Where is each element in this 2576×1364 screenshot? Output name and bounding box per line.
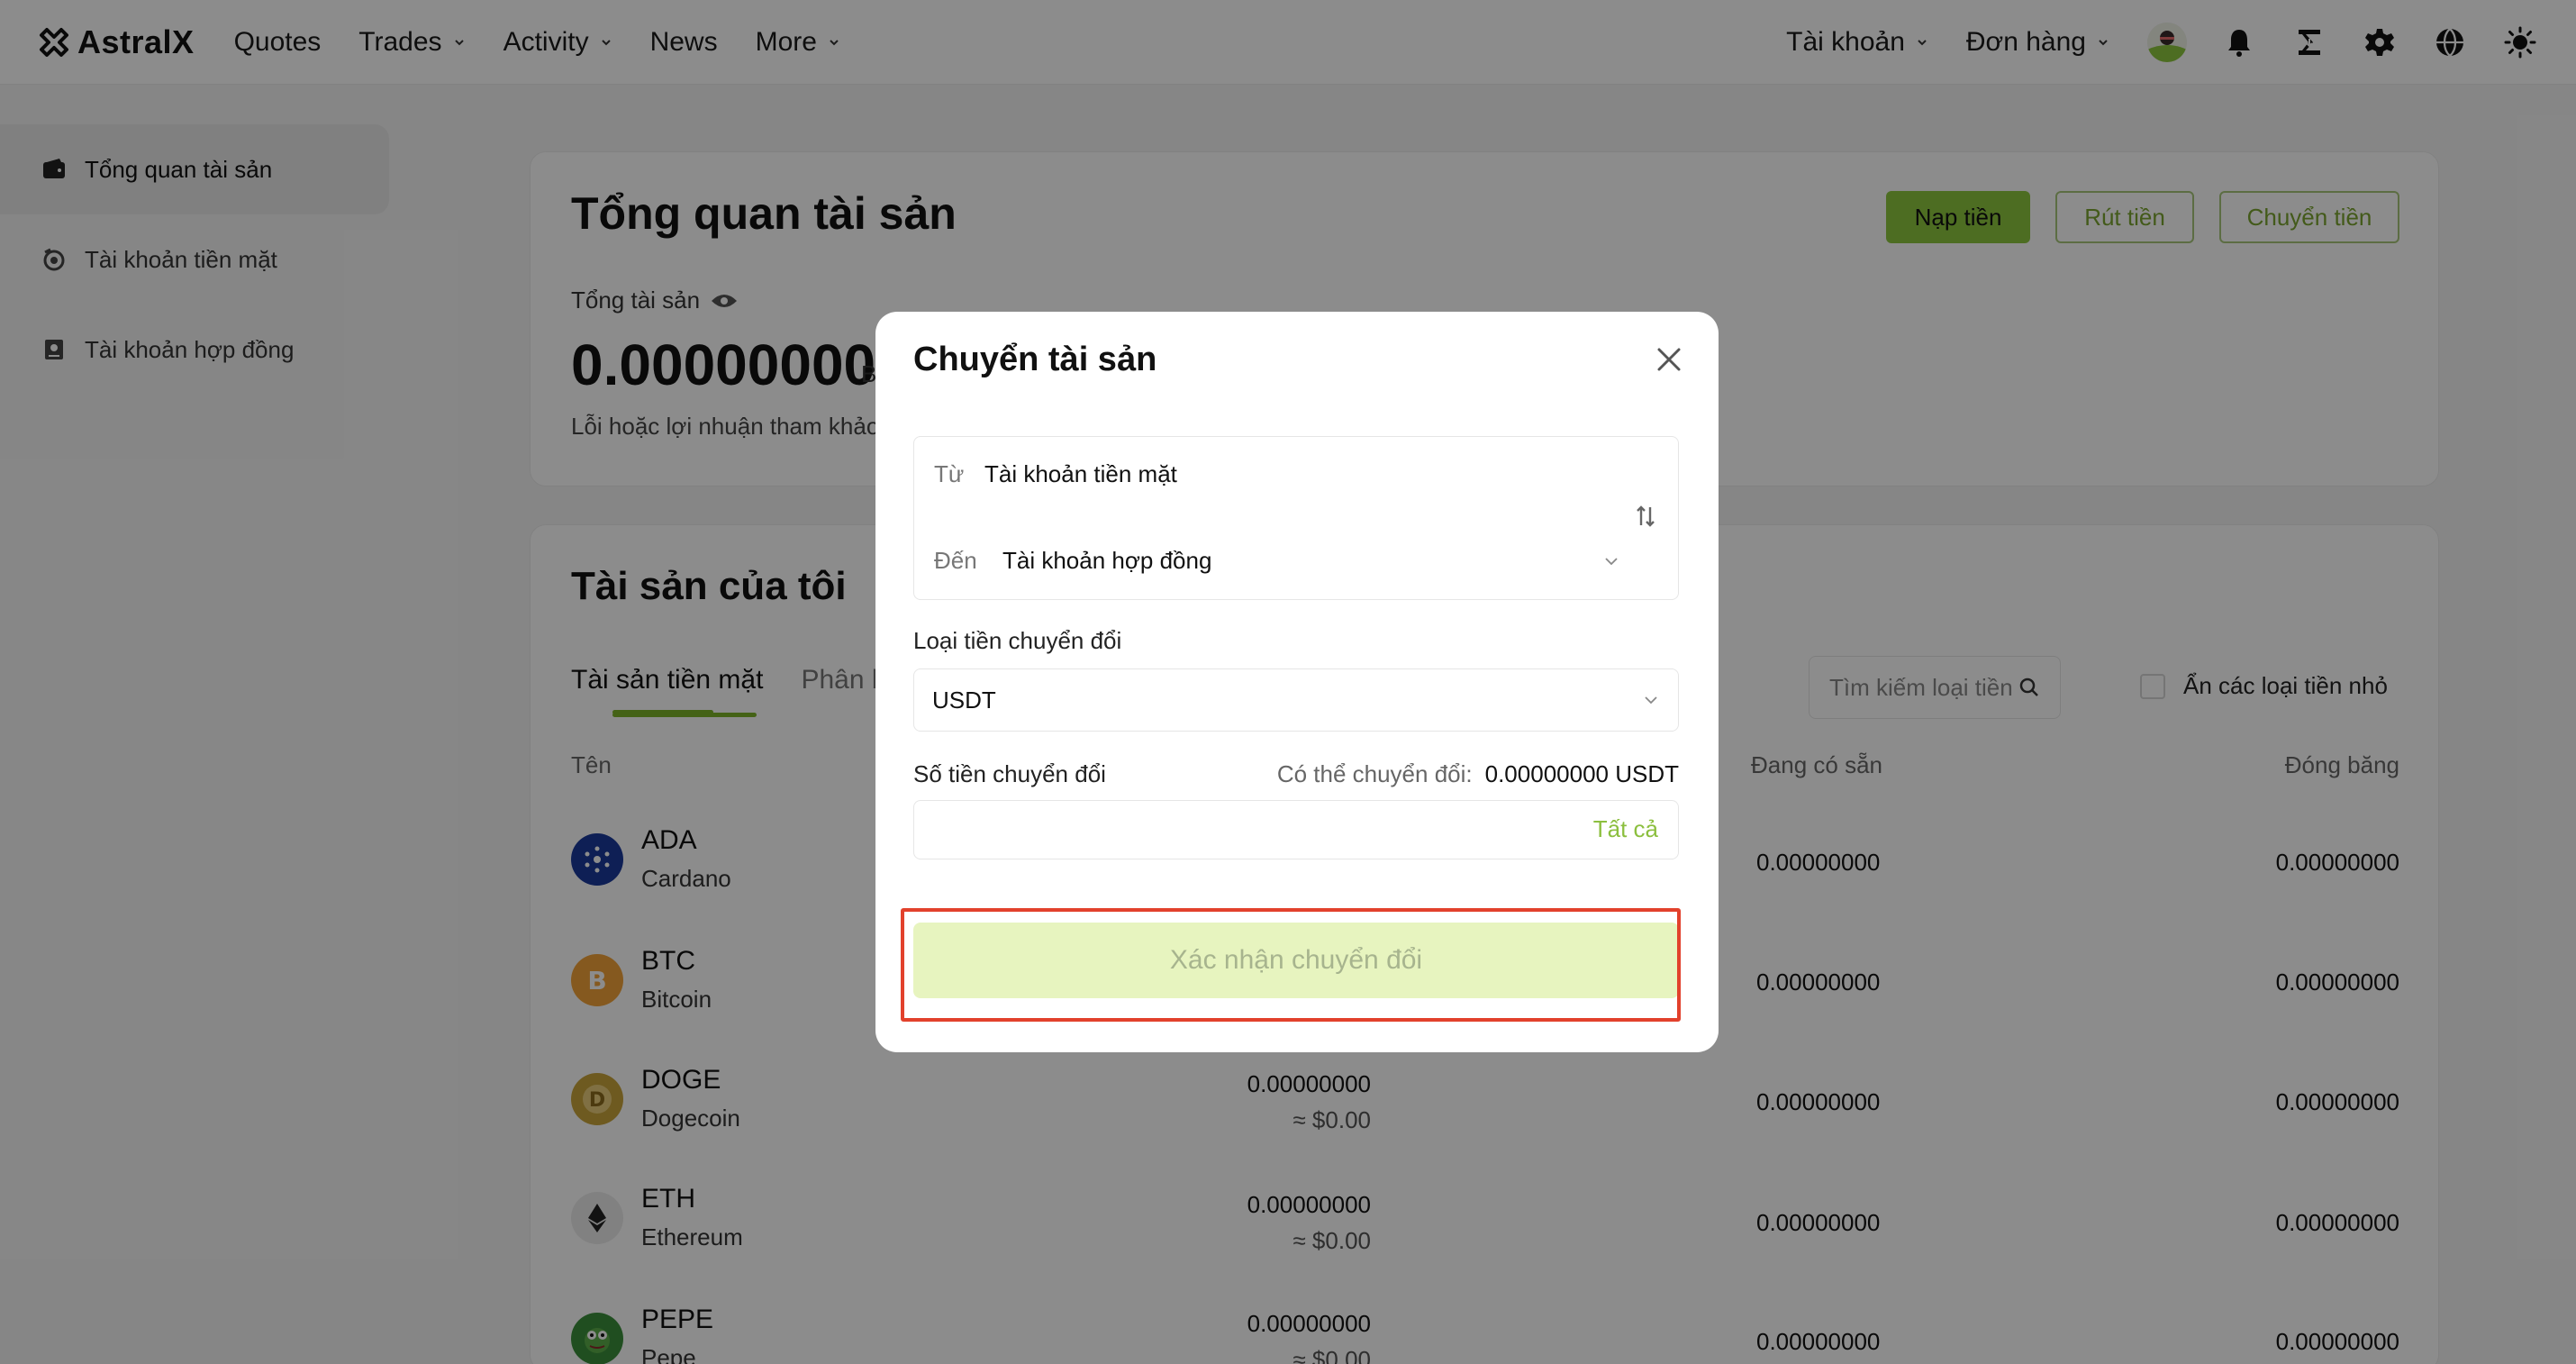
- max-amount-link[interactable]: Tất cả: [1593, 815, 1658, 843]
- modal-title: Chuyển tài sản: [913, 341, 1157, 378]
- amount-input[interactable]: [914, 801, 1563, 859]
- currency-label: Loại tiền chuyển đổi: [913, 627, 1122, 654]
- chevron-down-icon: [1605, 558, 1618, 566]
- to-account-value: Tài khoản hợp đồng: [1002, 547, 1212, 574]
- to-account-select[interactable]: Đến Tài khoản hợp đồng: [914, 520, 1680, 601]
- chevron-down-icon: [1645, 696, 1657, 705]
- from-label: Từ: [934, 460, 965, 487]
- available-balance: Có thể chuyển đổi: 0.00000000 USDT: [1277, 760, 1679, 788]
- close-icon[interactable]: [1654, 344, 1684, 375]
- currency-value: USDT: [932, 686, 996, 714]
- from-account-value: Tài khoản tiền mặt: [984, 460, 1177, 487]
- available-label: Có thể chuyển đổi:: [1276, 760, 1473, 787]
- transfer-modal: Chuyển tài sản Từ Tài khoản tiền mặt Đến…: [875, 312, 1719, 1052]
- amount-label: Số tiền chuyển đổi: [913, 760, 1106, 787]
- to-label: Đến: [934, 547, 977, 574]
- highlight-box: [901, 908, 1681, 1022]
- transfer-direction-box: Từ Tài khoản tiền mặt Đến Tài khoản hợp …: [913, 436, 1679, 600]
- amount-field: Tất cả: [913, 800, 1679, 859]
- currency-select[interactable]: USDT: [913, 668, 1679, 732]
- available-amount: 0.00000000 USDT: [1484, 760, 1679, 787]
